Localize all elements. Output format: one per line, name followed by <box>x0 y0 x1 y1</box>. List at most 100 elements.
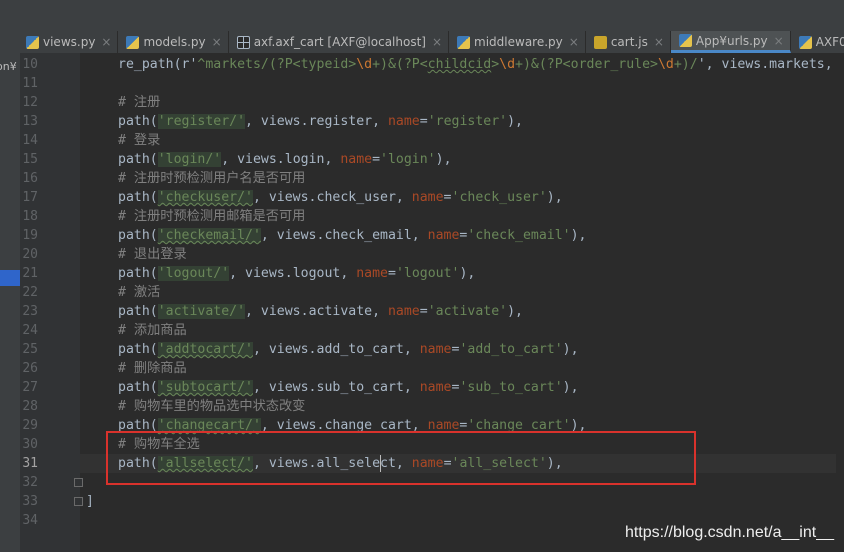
string-token: +)&(?P<order_rule> <box>515 57 658 72</box>
code-comment-18[interactable]: # 注册时预检测用邮箱是否可用 <box>118 207 305 226</box>
line-number: 20 <box>22 247 38 262</box>
close-icon[interactable]: × <box>654 35 664 49</box>
tab-app-urls-py[interactable]: App¥urls.py × <box>670 31 791 53</box>
tab-label: cart.js <box>610 35 648 49</box>
string-token: 'activate' <box>427 304 508 319</box>
keyword-arg-token: name <box>427 228 460 243</box>
tab-label: AXF01¥urls.py <box>815 35 844 49</box>
vertical-scrollbar[interactable] <box>836 53 844 552</box>
tab-views-py[interactable]: views.py × <box>18 31 119 53</box>
escape-token: \d <box>499 57 516 72</box>
code-token: ), <box>570 228 587 243</box>
code-line-17[interactable]: path('checkuser/', views.check_user, nam… <box>118 188 563 207</box>
code-line-23[interactable]: path('activate/', views.activate, name='… <box>118 302 523 321</box>
red-highlight-box <box>106 431 696 485</box>
code-line-19[interactable]: path('checkemail/', views.check_email, n… <box>118 226 586 245</box>
code-token: , views.logout, <box>229 266 357 281</box>
code-line-21[interactable]: path('logout/', views.logout, name='logo… <box>118 264 475 283</box>
code-token: = <box>419 304 428 319</box>
code-token: , views.check_user, <box>252 190 412 205</box>
line-number: 33 <box>22 494 38 509</box>
tab-axf01-urls-py[interactable]: AXF01¥urls.py <box>791 31 844 53</box>
tabs-container: views.py × models.py × axf.axf_cart [AXF… <box>18 31 844 53</box>
keyword-arg-token: name <box>387 304 420 319</box>
code-token: ), <box>562 342 579 357</box>
close-icon[interactable]: × <box>569 35 579 49</box>
code-token: path( <box>118 228 158 243</box>
string-token: ^markets/(?P<typeid> <box>197 57 357 72</box>
code-token: path( <box>118 266 158 281</box>
code-token: path( <box>118 190 158 205</box>
python-file-icon <box>126 35 140 49</box>
watermark-text: https://blog.csdn.net/a__int__ <box>624 524 834 541</box>
line-number: 14 <box>22 133 38 148</box>
code-token: = <box>443 190 452 205</box>
code-comment-12[interactable]: # 注册 <box>118 93 160 112</box>
code-line-27[interactable]: path('subtocart/', views.sub_to_cart, na… <box>118 378 579 397</box>
string-token: 'logout' <box>395 266 460 281</box>
string-token: 'logout/' <box>157 266 230 281</box>
string-token: 'register/' <box>157 114 246 129</box>
line-number: 21 <box>22 266 38 281</box>
code-comment-28[interactable]: # 购物车里的物品选中状态改变 <box>118 397 305 416</box>
tab-axf-cart-table[interactable]: axf.axf_cart [AXF@localhost] × <box>229 31 450 53</box>
close-icon[interactable]: × <box>432 35 442 49</box>
tab-label: middleware.py <box>474 35 563 49</box>
string-token: 'subtocart/' <box>157 380 253 395</box>
code-token: path( <box>118 152 158 167</box>
string-token: childcid <box>427 57 492 72</box>
code-line-25[interactable]: path('addtocart/', views.add_to_cart, na… <box>118 340 579 359</box>
code-token: , views.login, <box>221 152 341 167</box>
line-number: 34 <box>22 513 38 528</box>
tab-cart-js[interactable]: cart.js × <box>586 31 671 53</box>
keyword-arg-token: name <box>356 266 388 281</box>
code-comment-22[interactable]: # 激活 <box>118 283 160 302</box>
code-comment-20[interactable]: # 退出登录 <box>118 245 187 264</box>
code-comment-16[interactable]: # 注册时预检测用户名是否可用 <box>118 169 305 188</box>
code-line-10[interactable]: re_path(r'^markets/(?P<typeid>\d+)&(?P<c… <box>118 55 841 74</box>
tab-models-py[interactable]: models.py × <box>118 31 229 53</box>
close-icon[interactable]: × <box>101 35 111 49</box>
code-comment-26[interactable]: # 删除商品 <box>118 359 187 378</box>
code-token: ), <box>507 114 523 129</box>
line-number: 16 <box>22 171 38 186</box>
escape-token: \d <box>356 57 373 72</box>
code-token: path( <box>118 114 158 129</box>
tab-label: axf.axf_cart [AXF@localhost] <box>253 35 426 49</box>
close-icon[interactable]: × <box>212 35 222 49</box>
line-number: 28 <box>22 399 38 414</box>
code-comment-24[interactable]: # 添加商品 <box>118 321 187 340</box>
string-token: 'checkemail/' <box>157 228 261 243</box>
line-number: 32 <box>22 475 38 490</box>
string-token: 'login/' <box>157 152 222 167</box>
close-icon[interactable]: × <box>774 34 784 48</box>
string-token: 'activate/' <box>157 304 246 319</box>
python-file-icon <box>26 35 39 49</box>
keyword-arg-token: name <box>419 380 452 395</box>
string-token: 'check_email' <box>467 228 571 243</box>
keyword-arg-token: name <box>419 342 452 357</box>
code-line-13[interactable]: path('register/', views.register, name='… <box>118 112 523 131</box>
code-token: ), <box>459 266 476 281</box>
string-token: 'register' <box>427 114 508 129</box>
line-number: 12 <box>22 95 38 110</box>
code-token: ), <box>507 304 523 319</box>
line-number: 24 <box>22 323 38 338</box>
line-number: 29 <box>22 418 38 433</box>
closing-bracket[interactable]: ] <box>86 492 94 511</box>
python-file-icon <box>678 34 692 47</box>
string-token: 'add_to_cart' <box>459 342 563 357</box>
code-token: path( <box>118 380 158 395</box>
keyword-arg-token: name <box>411 190 444 205</box>
code-token: re_path(r' <box>118 57 198 72</box>
string-token: 'addtocart/' <box>157 342 253 357</box>
code-token: = <box>372 152 381 167</box>
code-line-15[interactable]: path('login/', views.login, name='login'… <box>118 150 452 169</box>
code-token: = <box>419 114 428 129</box>
string-token: +)/ <box>673 57 698 72</box>
tab-middleware-py[interactable]: middleware.py × <box>449 31 586 53</box>
line-number: 22 <box>22 285 38 300</box>
string-token: > <box>491 57 500 72</box>
code-comment-14[interactable]: # 登录 <box>118 131 160 150</box>
code-token: ), <box>562 380 579 395</box>
